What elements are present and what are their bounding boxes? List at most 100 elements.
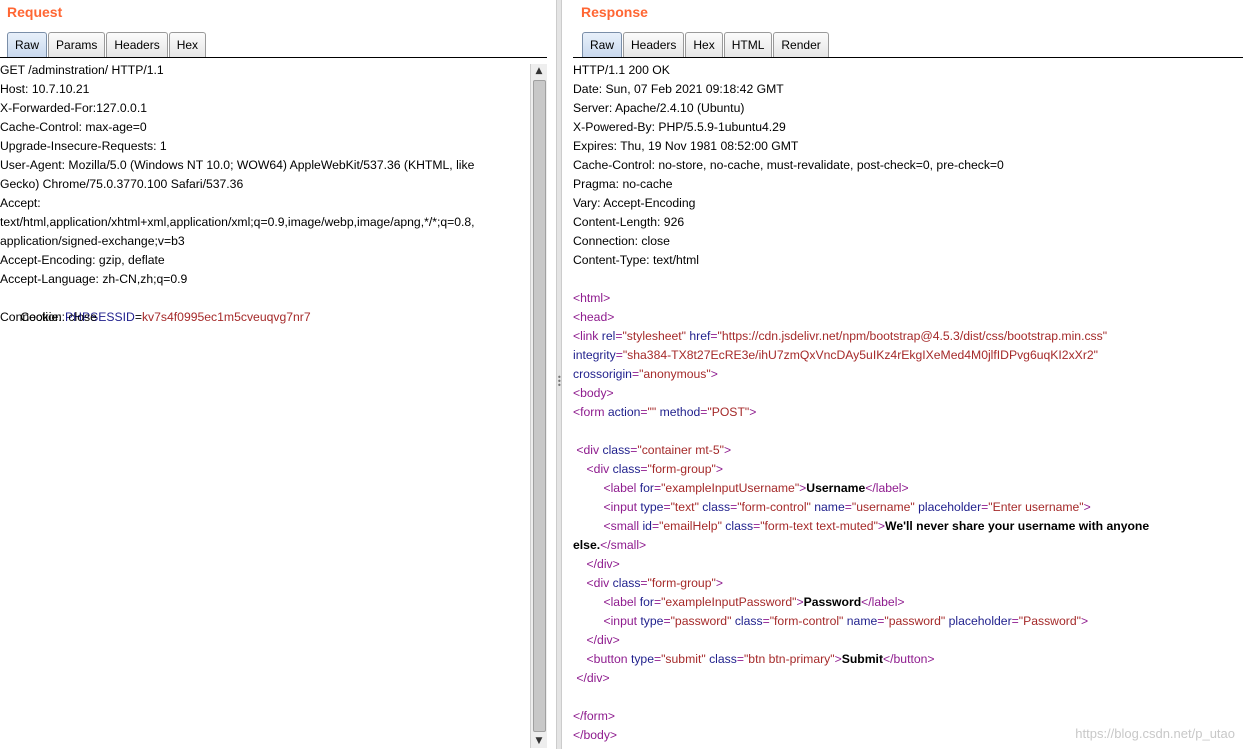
scroll-down-icon[interactable]: ▼ bbox=[531, 734, 547, 748]
request-line: application/signed-exchange;v=b3 bbox=[0, 234, 185, 248]
html-val: "emailHelp" bbox=[659, 519, 722, 533]
response-body-line bbox=[573, 688, 1243, 707]
html-tag: <form bbox=[573, 405, 608, 419]
html-attr: placeholder bbox=[918, 500, 982, 514]
html-indent bbox=[573, 557, 587, 571]
request-tab-raw[interactable]: Raw bbox=[7, 32, 48, 57]
html-tag: </div> bbox=[586, 633, 620, 647]
response-pane: Response Raw Headers Hex HTML Render HTTP/1.… bbox=[573, 0, 1243, 749]
response-header-line: Content-Type: text/html bbox=[573, 253, 699, 267]
html-tag: <button bbox=[586, 652, 631, 666]
html-tag: </div> bbox=[576, 671, 610, 685]
request-tab-headers[interactable]: Headers bbox=[106, 32, 168, 57]
html-val: "username" bbox=[851, 500, 915, 514]
html-tag: = bbox=[640, 405, 648, 419]
html-attr: action bbox=[607, 405, 641, 419]
html-tag: <input bbox=[603, 500, 641, 514]
divider-grip-icon[interactable]: • • • bbox=[557, 374, 562, 390]
response-header-line: Cache-Control: no-store, no-cache, must-… bbox=[573, 158, 1004, 172]
html-attr: id bbox=[642, 519, 652, 533]
response-body-line bbox=[573, 422, 1243, 441]
html-val: "btn btn-primary" bbox=[743, 652, 835, 666]
response-header-line: Pragma: no-cache bbox=[573, 177, 673, 191]
html-tag: > bbox=[1083, 500, 1091, 514]
request-tab-hex[interactable]: Hex bbox=[168, 32, 207, 57]
response-header-line: Content-Length: 926 bbox=[573, 215, 685, 229]
request-line: User-Agent: Mozilla/5.0 (Windows NT 10.0… bbox=[0, 158, 475, 172]
html-val: "exampleInputUsername" bbox=[661, 481, 800, 495]
response-body-line: </div> bbox=[573, 555, 1243, 574]
html-val: "password" bbox=[884, 614, 946, 628]
html-tag: <small bbox=[603, 519, 643, 533]
html-tag: = bbox=[615, 348, 623, 362]
response-body-line: <head> bbox=[573, 308, 1243, 327]
request-line: Gecko) Chrome/75.0.3770.100 Safari/537.3… bbox=[0, 177, 244, 191]
html-tag: <div bbox=[586, 462, 613, 476]
response-body-line: <label for="exampleInputUsername">Userna… bbox=[573, 479, 1243, 498]
html-tag: > bbox=[1080, 614, 1089, 628]
request-line: Cache-Control: max-age=0 bbox=[0, 120, 147, 134]
html-attr: integrity bbox=[573, 348, 616, 362]
html-attr: type bbox=[630, 652, 654, 666]
html-tag: = bbox=[844, 500, 852, 514]
response-tab-render[interactable]: Render bbox=[773, 32, 829, 57]
html-attr: crossorigin bbox=[573, 367, 632, 381]
html-bold: Submit bbox=[841, 652, 884, 666]
watermark: https://blog.csdn.net/p_utao bbox=[1075, 726, 1235, 741]
cookie-equals: = bbox=[134, 310, 142, 324]
response-tab-raw[interactable]: Raw bbox=[582, 32, 623, 57]
html-bold: Password bbox=[803, 595, 862, 609]
html-val: "stylesheet" bbox=[622, 329, 686, 343]
response-body-line: <input type="password" class="form-contr… bbox=[573, 612, 1243, 631]
html-val: "form-group" bbox=[647, 576, 716, 590]
html-indent bbox=[573, 652, 587, 666]
html-tag: = bbox=[710, 329, 718, 343]
html-tag: </label> bbox=[861, 595, 905, 609]
html-tag: = bbox=[640, 576, 648, 590]
html-tag: <label bbox=[603, 595, 640, 609]
html-tag: </label> bbox=[865, 481, 909, 495]
html-attr: placeholder bbox=[948, 614, 1012, 628]
html-tag: <body> bbox=[573, 386, 614, 400]
html-tag: <input bbox=[603, 614, 641, 628]
request-line: Accept: bbox=[0, 196, 41, 210]
request-pane: Request Raw Params Headers Hex GET /adminst… bbox=[0, 0, 547, 749]
html-attr: name bbox=[814, 500, 845, 514]
response-body-line: <input type="text" class="form-control" … bbox=[573, 498, 1243, 517]
response-tab-hex[interactable]: Hex bbox=[685, 32, 723, 57]
html-tag: = bbox=[631, 367, 640, 381]
html-val: "Enter username" bbox=[988, 500, 1084, 514]
response-body-line: <div class="container mt-5"> bbox=[573, 441, 1243, 460]
html-val: "" bbox=[647, 405, 657, 419]
response-body-line: <div class="form-group"> bbox=[573, 460, 1243, 479]
request-raw-editor[interactable]: GET /adminstration/ HTTP/1.1 Host: 10.7.1… bbox=[0, 61, 530, 749]
html-attr: rel bbox=[601, 329, 616, 343]
html-tag: > bbox=[877, 519, 886, 533]
html-attr: name bbox=[846, 614, 878, 628]
html-tag: = bbox=[736, 652, 744, 666]
scrollbar-thumb[interactable] bbox=[533, 80, 546, 732]
html-tag: <div bbox=[576, 443, 603, 457]
response-body-line: crossorigin="anonymous"> bbox=[573, 365, 1243, 384]
response-raw-viewer[interactable]: HTTP/1.1 200 OK Date: Sun, 07 Feb 2021 09… bbox=[573, 61, 1243, 749]
pane-divider[interactable]: • • • bbox=[556, 0, 562, 749]
html-tag: = bbox=[640, 462, 648, 476]
request-scrollbar[interactable]: ▲ ▼ bbox=[530, 64, 547, 748]
html-val: "form-text text-muted" bbox=[760, 519, 878, 533]
html-indent bbox=[573, 576, 587, 590]
request-tab-params[interactable]: Params bbox=[48, 32, 106, 57]
html-val: "form-control" bbox=[737, 500, 811, 514]
response-tab-html[interactable]: HTML bbox=[723, 32, 773, 57]
html-attr: method bbox=[659, 405, 701, 419]
request-line: Accept-Language: zh-CN,zh;q=0.9 bbox=[0, 272, 188, 286]
request-title: Request bbox=[7, 4, 63, 20]
scroll-up-icon[interactable]: ▲ bbox=[531, 64, 547, 78]
html-indent bbox=[573, 481, 603, 495]
response-body-line: <label for="exampleInputPassword">Passwo… bbox=[573, 593, 1243, 612]
html-val: "exampleInputPassword" bbox=[661, 595, 797, 609]
html-bold: Username bbox=[806, 481, 866, 495]
response-tab-headers[interactable]: Headers bbox=[623, 32, 685, 57]
request-line: GET /adminstration/ HTTP/1.1 bbox=[0, 63, 164, 77]
response-body-line: <form action="" method="POST"> bbox=[573, 403, 1243, 422]
html-attr: class bbox=[709, 652, 737, 666]
